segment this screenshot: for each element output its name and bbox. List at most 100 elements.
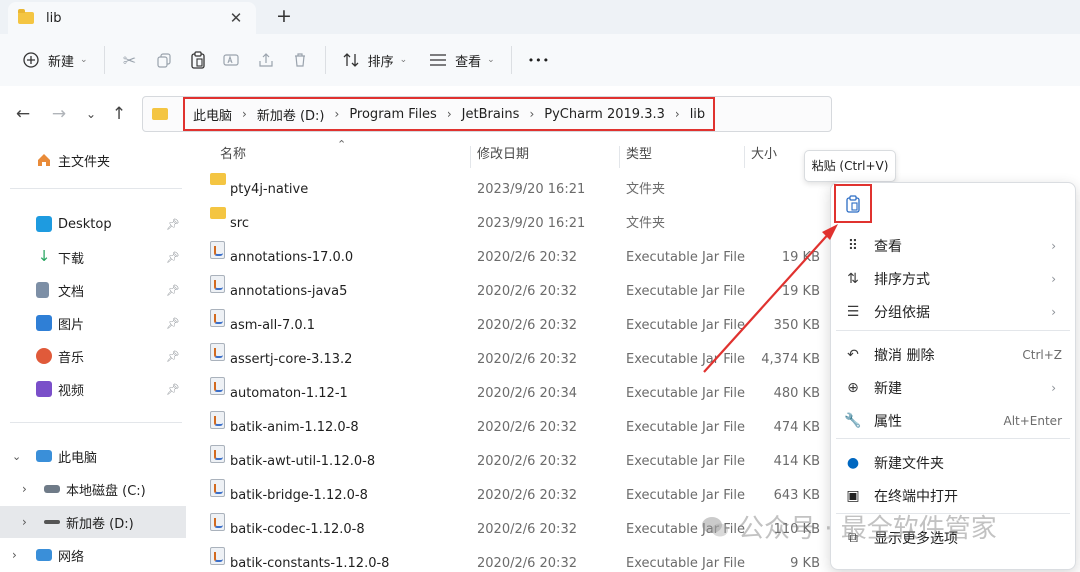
sidebar-item-videos[interactable]: 视频 📌︎	[0, 373, 186, 405]
file-modified: 2020/2/6 20:32	[477, 250, 577, 265]
file-type: Executable Jar File	[626, 454, 745, 469]
menu-item-undo-delete[interactable]: ↶ 撤消 删除 Ctrl+Z	[836, 338, 1070, 371]
sidebar-item-this-pc[interactable]: ⌄ 此电脑	[0, 440, 186, 472]
column-header-type[interactable]: 类型	[626, 142, 652, 172]
file-row[interactable]: batik-awt-util-1.12.0-8 2020/2/6 20:32 Exe…	[200, 445, 826, 479]
share-button[interactable]	[249, 42, 283, 78]
recent-chevron-icon[interactable]: ⌄	[80, 103, 102, 125]
sidebar-item-home[interactable]: 主文件夹	[0, 144, 186, 176]
sidebar-item-drive-d[interactable]: › 新加卷 (D:)	[0, 506, 186, 538]
column-divider[interactable]	[470, 146, 471, 168]
copy-button[interactable]	[147, 42, 181, 78]
chevron-right-icon[interactable]: ›	[669, 107, 686, 121]
menu-item-label: 新建文件夹	[874, 455, 944, 472]
column-divider[interactable]	[744, 146, 745, 168]
column-header-modified[interactable]: 修改日期	[477, 142, 529, 172]
file-type: Executable Jar File	[626, 420, 745, 435]
sidebar-item-label: 音乐	[58, 350, 85, 366]
close-icon[interactable]: ✕	[226, 9, 246, 27]
chevron-right-icon[interactable]: ›	[441, 107, 458, 121]
menu-item-group-by[interactable]: ☰ 分组依据 ›	[836, 295, 1070, 328]
video-icon	[36, 381, 52, 397]
jar-file-icon	[210, 479, 225, 497]
sort-button[interactable]: 排序 ⌄	[334, 42, 416, 78]
pin-icon[interactable]: 📌︎	[166, 317, 180, 330]
pin-icon[interactable]: 📌︎	[166, 350, 180, 363]
menu-item-new[interactable]: ⊕ 新建 ›	[836, 371, 1070, 404]
chevron-right-icon[interactable]: ›	[22, 482, 38, 496]
chevron-down-icon: ⌄	[487, 55, 495, 65]
plus-circle-icon: ⊕	[847, 379, 859, 396]
music-icon	[36, 348, 52, 364]
menu-item-properties[interactable]: 🔧 属性 Alt+Enter	[836, 404, 1070, 437]
forward-arrow-icon[interactable]: →	[48, 103, 70, 125]
jar-file-icon	[210, 547, 225, 565]
chevron-right-icon[interactable]: ›	[12, 548, 28, 562]
delete-button[interactable]	[283, 42, 317, 78]
view-button[interactable]: 查看 ⌄	[421, 42, 503, 78]
breadcrumb-item[interactable]: 此电脑	[189, 105, 236, 124]
column-divider[interactable]	[619, 146, 620, 168]
new-tab-button[interactable]: +	[272, 4, 296, 28]
file-modified: 2020/2/6 20:32	[477, 454, 577, 469]
chevron-right-icon[interactable]: ›	[22, 515, 38, 529]
file-row[interactable]: batik-constants-1.12.0-8 2020/2/6 20:32 Ex…	[200, 547, 826, 572]
folder-icon	[18, 9, 34, 24]
column-header-size[interactable]: 大小	[751, 142, 777, 172]
pin-icon[interactable]: 📌︎	[166, 218, 180, 231]
chevron-right-icon[interactable]: ›	[523, 107, 540, 121]
sidebar-item-pictures[interactable]: 图片 📌︎	[0, 307, 186, 339]
cut-button[interactable]: ✂	[113, 42, 147, 78]
up-arrow-icon[interactable]: ↑	[108, 103, 130, 125]
menu-item-new-folder[interactable]: ● 新建文件夹	[836, 446, 1070, 479]
pin-icon[interactable]: 📌︎	[166, 251, 180, 264]
file-name: assertj-core-3.13.2	[230, 352, 353, 367]
jar-file-icon	[210, 445, 225, 463]
tab-lib[interactable]: lib ✕	[8, 2, 256, 34]
file-name: src	[230, 216, 249, 231]
file-size: 414 KB	[773, 454, 820, 469]
sidebar-item-drive-c[interactable]: › 本地磁盘 (C:)	[0, 473, 186, 505]
sidebar-item-music[interactable]: 音乐 📌︎	[0, 340, 186, 372]
breadcrumb-item[interactable]: lib	[686, 107, 709, 122]
file-modified: 2023/9/20 16:21	[477, 182, 586, 197]
sidebar-item-downloads[interactable]: ↓ 下载 📌︎	[0, 241, 186, 273]
breadcrumb-item[interactable]: JetBrains	[458, 107, 524, 122]
file-name: pty4j-native	[230, 182, 309, 197]
rename-icon	[222, 54, 239, 66]
file-modified: 2020/2/6 20:32	[477, 352, 577, 367]
file-modified: 2020/2/6 20:32	[477, 522, 577, 537]
file-row[interactable]: pty4j-native 2023/9/20 16:21 文件夹	[200, 173, 826, 207]
menu-item-label: 查看	[874, 238, 902, 255]
file-row[interactable]: batik-bridge-1.12.0-8 2020/2/6 20:32 Execu…	[200, 479, 826, 513]
breadcrumb-item[interactable]: 新加卷 (D:)	[253, 105, 329, 124]
chevron-right-icon[interactable]: ›	[236, 107, 253, 121]
paste-button[interactable]	[181, 42, 215, 78]
chevron-right-icon[interactable]: ›	[329, 107, 346, 121]
back-arrow-icon[interactable]: ←	[12, 103, 34, 125]
rename-button[interactable]	[215, 42, 249, 78]
chevron-down-icon: ⌄	[399, 55, 408, 65]
breadcrumb-item[interactable]: Program Files	[345, 107, 441, 122]
sidebar-item-desktop[interactable]: Desktop 📌︎	[0, 208, 186, 240]
file-row[interactable]: batik-codec-1.12.0-8 2020/2/6 20:32 Execut…	[200, 513, 826, 547]
new-button[interactable]: 新建 ⌄	[14, 42, 96, 78]
menu-item-view[interactable]: ⠿ 查看 ›	[836, 229, 1070, 262]
breadcrumb-item[interactable]: PyCharm 2019.3.3	[540, 107, 669, 122]
sidebar-item-label: 网络	[58, 549, 85, 565]
column-header-name[interactable]: 名称	[220, 142, 246, 172]
more-options-button[interactable]: •••	[520, 42, 558, 78]
folder-icon	[210, 173, 226, 185]
pin-icon[interactable]: 📌︎	[166, 383, 180, 396]
chevron-down-icon[interactable]: ⌄	[12, 450, 28, 463]
sidebar-item-documents[interactable]: 文档 📌︎	[0, 274, 186, 306]
menu-divider	[836, 330, 1070, 331]
file-row[interactable]: batik-anim-1.12.0-8 2020/2/6 20:32 Executa…	[200, 411, 826, 445]
pin-icon[interactable]: 📌︎	[166, 284, 180, 297]
sort-label: 排序	[367, 54, 394, 70]
file-type: Executable Jar File	[626, 488, 745, 503]
menu-item-label: 属性	[874, 413, 902, 430]
menu-item-sort-by[interactable]: ⇅ 排序方式 ›	[836, 262, 1070, 295]
file-row[interactable]: automaton-1.12-1 2020/2/6 20:34 Executable…	[200, 377, 826, 411]
sidebar-item-network[interactable]: › 网络	[0, 539, 186, 571]
